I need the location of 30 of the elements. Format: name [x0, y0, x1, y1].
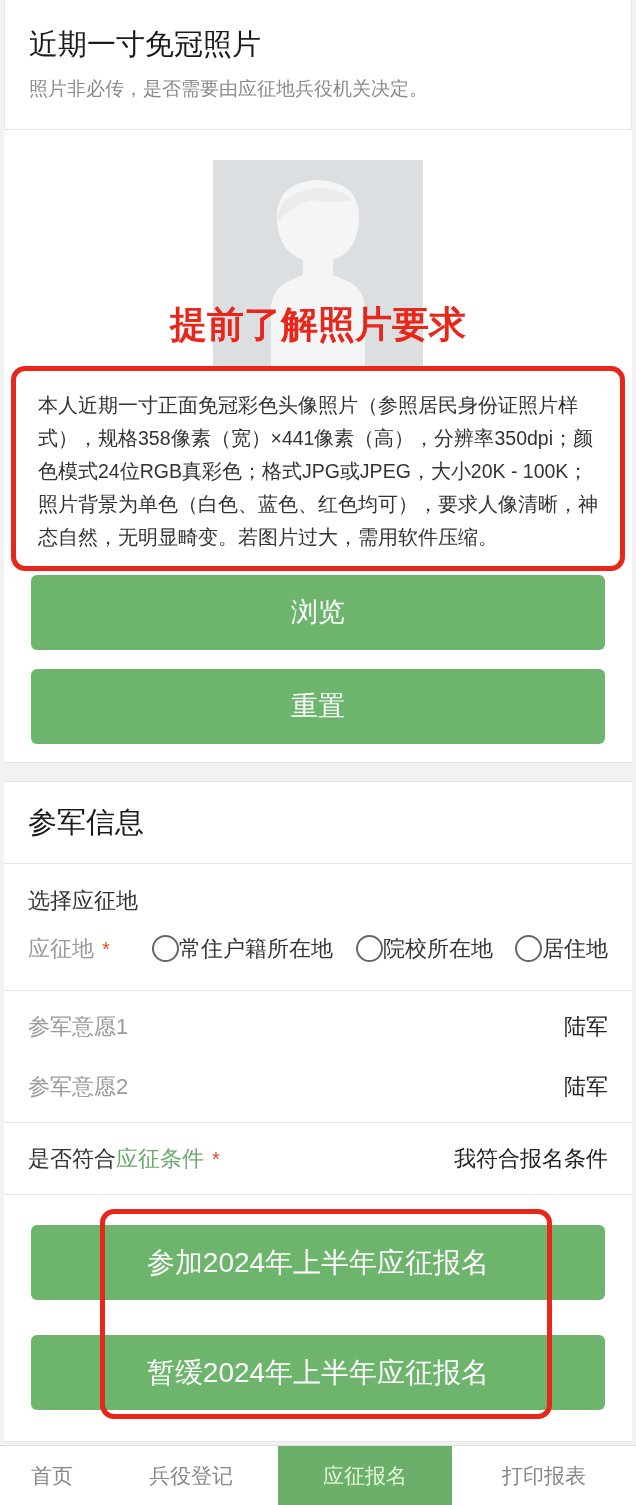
radio-option[interactable]: 院校所在地: [355, 932, 493, 965]
hint-text: 照片非必传，是否需要由应征地兵役机关决定。: [29, 77, 429, 101]
nav-tab[interactable]: 打印报表: [452, 1446, 636, 1505]
conditions-link[interactable]: 应征条件: [116, 1142, 204, 1175]
field-value: 陆军: [564, 1012, 608, 1041]
signup-button[interactable]: 暂缓2024年上半年应征报名: [31, 1335, 605, 1410]
field-label: 是否符合: [28, 1145, 116, 1173]
field-label: 选择应征地: [28, 887, 139, 915]
nav-tab[interactable]: 兵役登记: [104, 1446, 278, 1505]
nav-tab[interactable]: 应征报名: [278, 1446, 452, 1505]
field-label: 参军意愿2: [28, 1072, 129, 1101]
field-label: 参军意愿1: [28, 1012, 129, 1041]
field-value: 我符合报名条件: [454, 1145, 608, 1173]
radio-button[interactable]: [514, 935, 542, 962]
signup-button[interactable]: 参加2024年上半年应征报名: [31, 1225, 605, 1300]
radio-button[interactable]: [152, 935, 180, 962]
annotation-caption: 提前了解照片要求: [170, 304, 466, 345]
radio-option[interactable]: 常住户籍所在地: [152, 932, 334, 965]
section-title: 参军信息: [4, 782, 632, 864]
required-mark: *: [102, 936, 110, 962]
photo-button[interactable]: 重置: [31, 669, 605, 744]
radio-button[interactable]: [355, 935, 383, 962]
field-value: 陆军: [564, 1072, 608, 1101]
radio-option[interactable]: 居住地: [514, 932, 608, 965]
required-mark: *: [212, 1146, 220, 1172]
nav-tab[interactable]: 首页: [0, 1446, 104, 1505]
photo-button[interactable]: 浏览: [31, 575, 605, 650]
requirements-text: 本人近期一寸正面免冠彩色头像照片（参照居民身份证照片样式），规格358像素（宽）×441像素（高），分辨率350dpi；颜色模式24位RGB真彩色；格式JPG或JPEG，大小20K - 100K；照片背景为单色（白色、蓝色、红色均可），要求人像清晰，神态自然，无明显畸变。若图片过大，需用软件压缩。: [38, 393, 598, 550]
field-label: 应征地: [28, 935, 94, 963]
section-title: 近期一寸免冠照片: [29, 27, 262, 62]
